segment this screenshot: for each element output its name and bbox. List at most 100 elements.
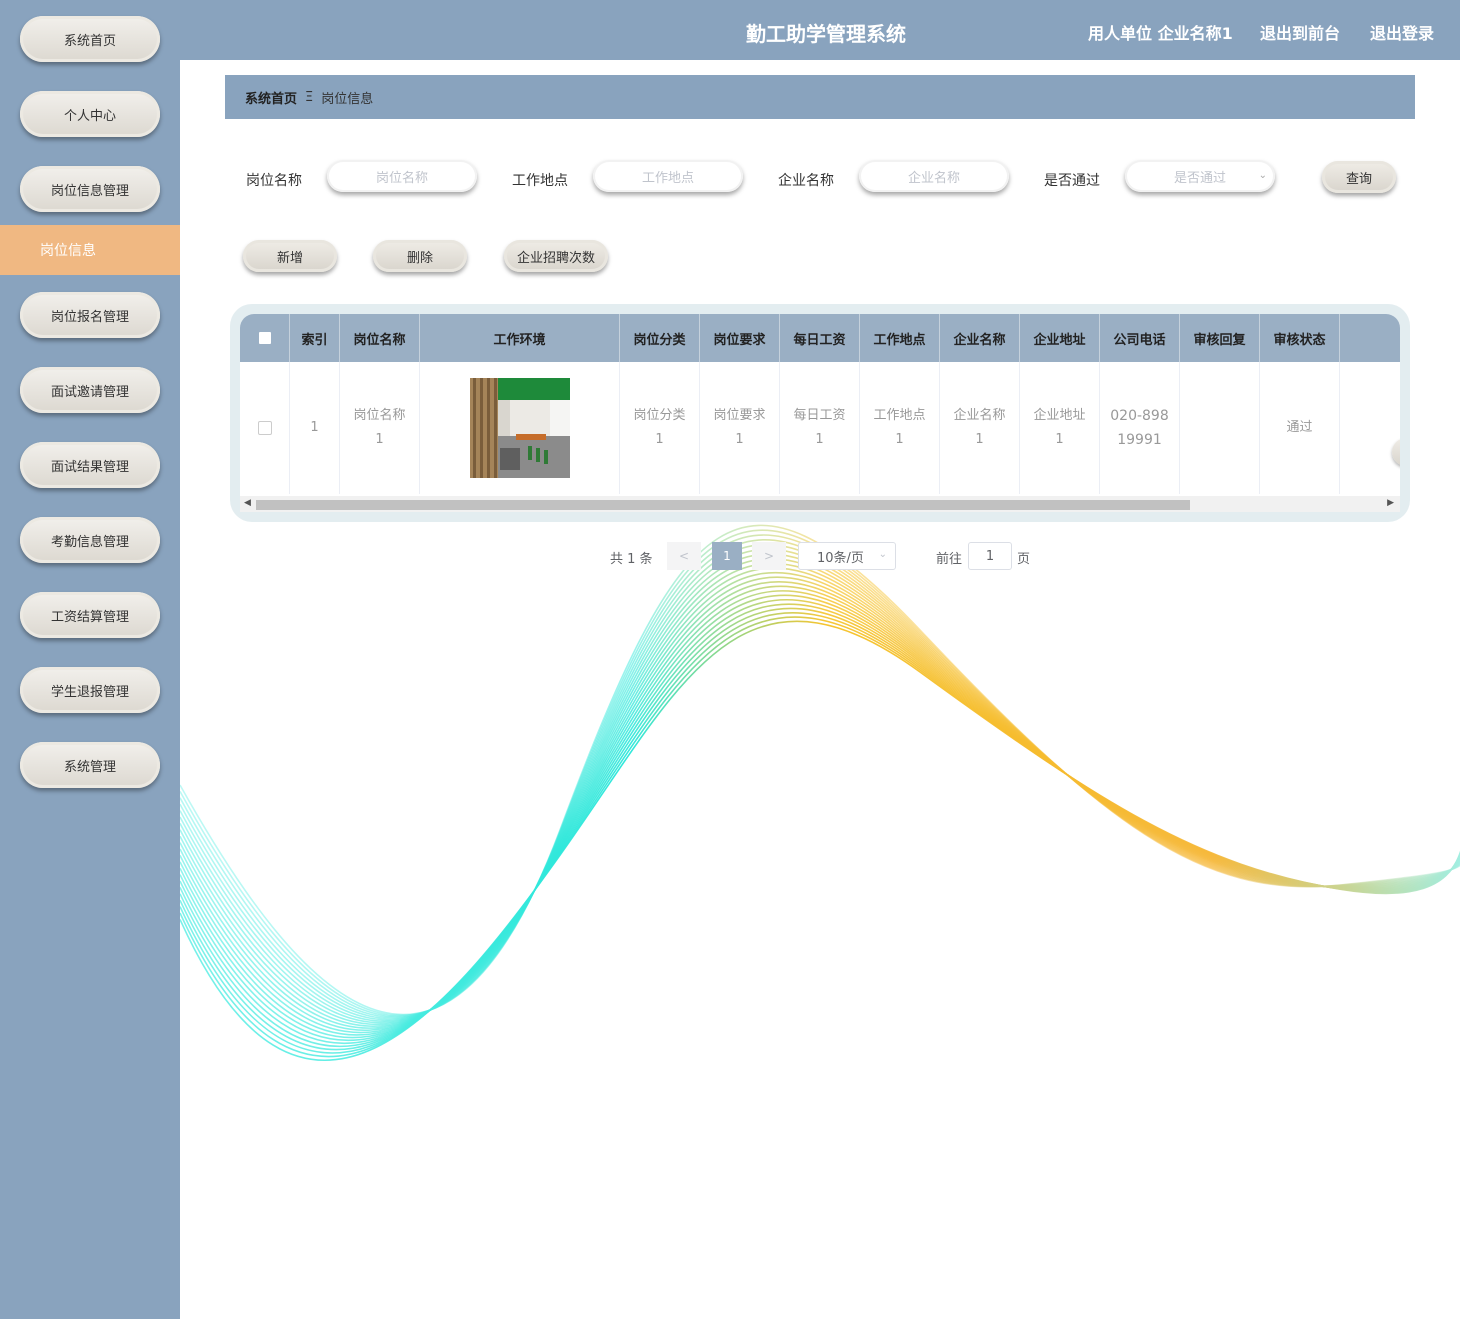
wave-line	[180, 557, 1460, 1024]
wave-line	[180, 590, 1460, 1039]
scrollbar-thumb[interactable]	[256, 500, 1190, 510]
sidebar-item-personal-center[interactable]: 个人中心	[20, 91, 160, 137]
sidebar-item-job-application-management[interactable]: 岗位报名管理	[20, 292, 160, 338]
location-label: 工作地点	[512, 173, 568, 189]
approved-select-placeholder: 是否通过	[1173, 170, 1226, 186]
wave-line	[180, 567, 1460, 1027]
scroll-right-icon[interactable]: ▶	[1387, 498, 1394, 508]
column-header: 每日工资	[780, 314, 860, 362]
sidebar: 系统首页 个人中心 岗位信息管理 岗位信息 岗位报名管理 面试邀请管理 面试结果…	[0, 0, 180, 1319]
sidebar-item-job-info-management[interactable]: 岗位信息管理	[20, 166, 160, 212]
column-header: 工作环境	[420, 314, 620, 362]
wave-line	[180, 534, 1460, 1018]
select-all-checkbox[interactable]	[240, 314, 290, 362]
recruit-count-button[interactable]: 企业招聘次数	[504, 240, 608, 272]
exit-to-front-link[interactable]: 退出到前台	[1260, 20, 1340, 44]
cell-job-category: 岗位分类 1	[620, 362, 700, 494]
company-input[interactable]: 企业名称	[859, 160, 1009, 192]
wave-line	[180, 581, 1460, 1034]
column-header: 企业名称	[940, 314, 1020, 362]
wave-line	[180, 529, 1460, 1017]
column-header: 工作地点	[860, 314, 940, 362]
cell-reply	[1180, 362, 1260, 494]
wave-line	[180, 616, 1460, 1058]
sidebar-item-attendance-management[interactable]: 考勤信息管理	[20, 517, 160, 563]
sidebar-item-interview-result-management[interactable]: 面试结果管理	[20, 442, 160, 488]
top-bar: 勤工助学管理系统 用人单位 企业名称1 退出到前台 退出登录	[180, 0, 1460, 60]
page-suffix: 页	[1017, 552, 1031, 567]
wave-line	[180, 611, 1460, 1054]
add-button[interactable]: 新增	[243, 240, 337, 272]
approved-label: 是否通过	[1044, 173, 1100, 189]
approved-select[interactable]: 是否通过 ⌄	[1125, 160, 1275, 192]
company-label: 企业名称	[778, 173, 834, 189]
chevron-down-icon: ⌄	[878, 549, 887, 560]
wave-line	[180, 524, 1460, 1016]
user-info: 用人单位 企业名称1	[1088, 24, 1233, 43]
job-table-container: 索引 岗位名称 工作环境 岗位分类 岗位要求 每日工资 工作地点 企业名称 企业…	[230, 304, 1410, 522]
app-title: 勤工助学管理系统	[746, 22, 906, 46]
column-header: 岗位要求	[700, 314, 780, 362]
column-header: 审核状态	[1260, 314, 1340, 362]
scroll-left-icon[interactable]: ◀	[244, 498, 251, 508]
cell-status: 通过	[1260, 362, 1340, 494]
wave-line	[180, 585, 1460, 1036]
column-header: 岗位名称	[340, 314, 420, 362]
cell-actions	[1340, 362, 1400, 494]
job-name-input[interactable]: 岗位名称	[327, 160, 477, 192]
wave-background	[180, 524, 1460, 1061]
wave-line	[180, 576, 1460, 1032]
chevron-down-icon: ⌄	[1258, 170, 1267, 181]
page-size-select[interactable]: 10条/页 ⌄	[798, 542, 896, 570]
column-header: 公司电话	[1100, 314, 1180, 362]
column-header: 岗位分类	[620, 314, 700, 362]
page-size-value: 10条/页	[817, 550, 864, 566]
table-row: 1 岗位名称 1 岗位分类 1 岗位要求 1 每日工资 1 工作地点 1 企业名…	[240, 362, 1400, 494]
cell-work-environment	[420, 362, 620, 494]
wave-line	[180, 594, 1460, 1042]
prev-page-button[interactable]: <	[667, 542, 701, 570]
column-header: 索引	[290, 314, 340, 362]
cell-address: 企业地址 1	[1020, 362, 1100, 494]
breadcrumb: 系统首页 Ξ 岗位信息	[225, 75, 1415, 119]
job-table: 索引 岗位名称 工作环境 岗位分类 岗位要求 每日工资 工作地点 企业名称 企业…	[240, 314, 1400, 512]
goto-page-input[interactable]: 1	[968, 542, 1012, 570]
table-header: 索引 岗位名称 工作环境 岗位分类 岗位要求 每日工资 工作地点 企业名称 企业…	[240, 314, 1400, 362]
logout-link[interactable]: 退出登录	[1370, 20, 1434, 44]
wave-line	[180, 603, 1460, 1047]
breadcrumb-current: 岗位信息	[321, 91, 374, 107]
wave-line	[180, 562, 1460, 1026]
horizontal-scrollbar[interactable]: ◀ ▶	[240, 496, 1400, 512]
cell-daily-wage: 每日工资 1	[780, 362, 860, 494]
wave-line	[180, 599, 1460, 1044]
cell-company: 企业名称 1	[940, 362, 1020, 494]
query-button[interactable]: 查询	[1322, 161, 1396, 193]
cell-index: 1	[290, 362, 340, 494]
cell-location: 工作地点 1	[860, 362, 940, 494]
sidebar-item-system-management[interactable]: 系统管理	[20, 742, 160, 788]
cell-job-requirement: 岗位要求 1	[700, 362, 780, 494]
row-action-button[interactable]	[1392, 438, 1400, 466]
sidebar-item-interview-invite-management[interactable]: 面试邀请管理	[20, 367, 160, 413]
sidebar-item-home[interactable]: 系统首页	[20, 16, 160, 62]
pagination-total: 共 1 条	[610, 552, 653, 567]
location-input[interactable]: 工作地点	[593, 160, 743, 192]
row-checkbox[interactable]	[240, 362, 290, 494]
page-number-current[interactable]: 1	[712, 542, 742, 570]
breadcrumb-separator-icon: Ξ	[305, 89, 314, 105]
column-header: 审核回复	[1180, 314, 1260, 362]
column-header-actions	[1340, 314, 1400, 362]
cell-job-name: 岗位名称 1	[340, 362, 420, 494]
job-name-label: 岗位名称	[246, 173, 302, 189]
sidebar-item-salary-management[interactable]: 工资结算管理	[20, 592, 160, 638]
sidebar-item-student-withdrawal-management[interactable]: 学生退报管理	[20, 667, 160, 713]
delete-button[interactable]: 删除	[373, 240, 467, 272]
breadcrumb-home[interactable]: 系统首页	[245, 88, 297, 107]
sidebar-subitem-job-info[interactable]: 岗位信息	[0, 225, 180, 275]
cell-phone: 020-898 19991	[1100, 362, 1180, 494]
column-header: 企业地址	[1020, 314, 1100, 362]
wave-line	[180, 607, 1460, 1051]
work-environment-image[interactable]	[469, 378, 570, 478]
next-page-button[interactable]: >	[752, 542, 786, 570]
goto-label: 前往	[936, 552, 963, 567]
